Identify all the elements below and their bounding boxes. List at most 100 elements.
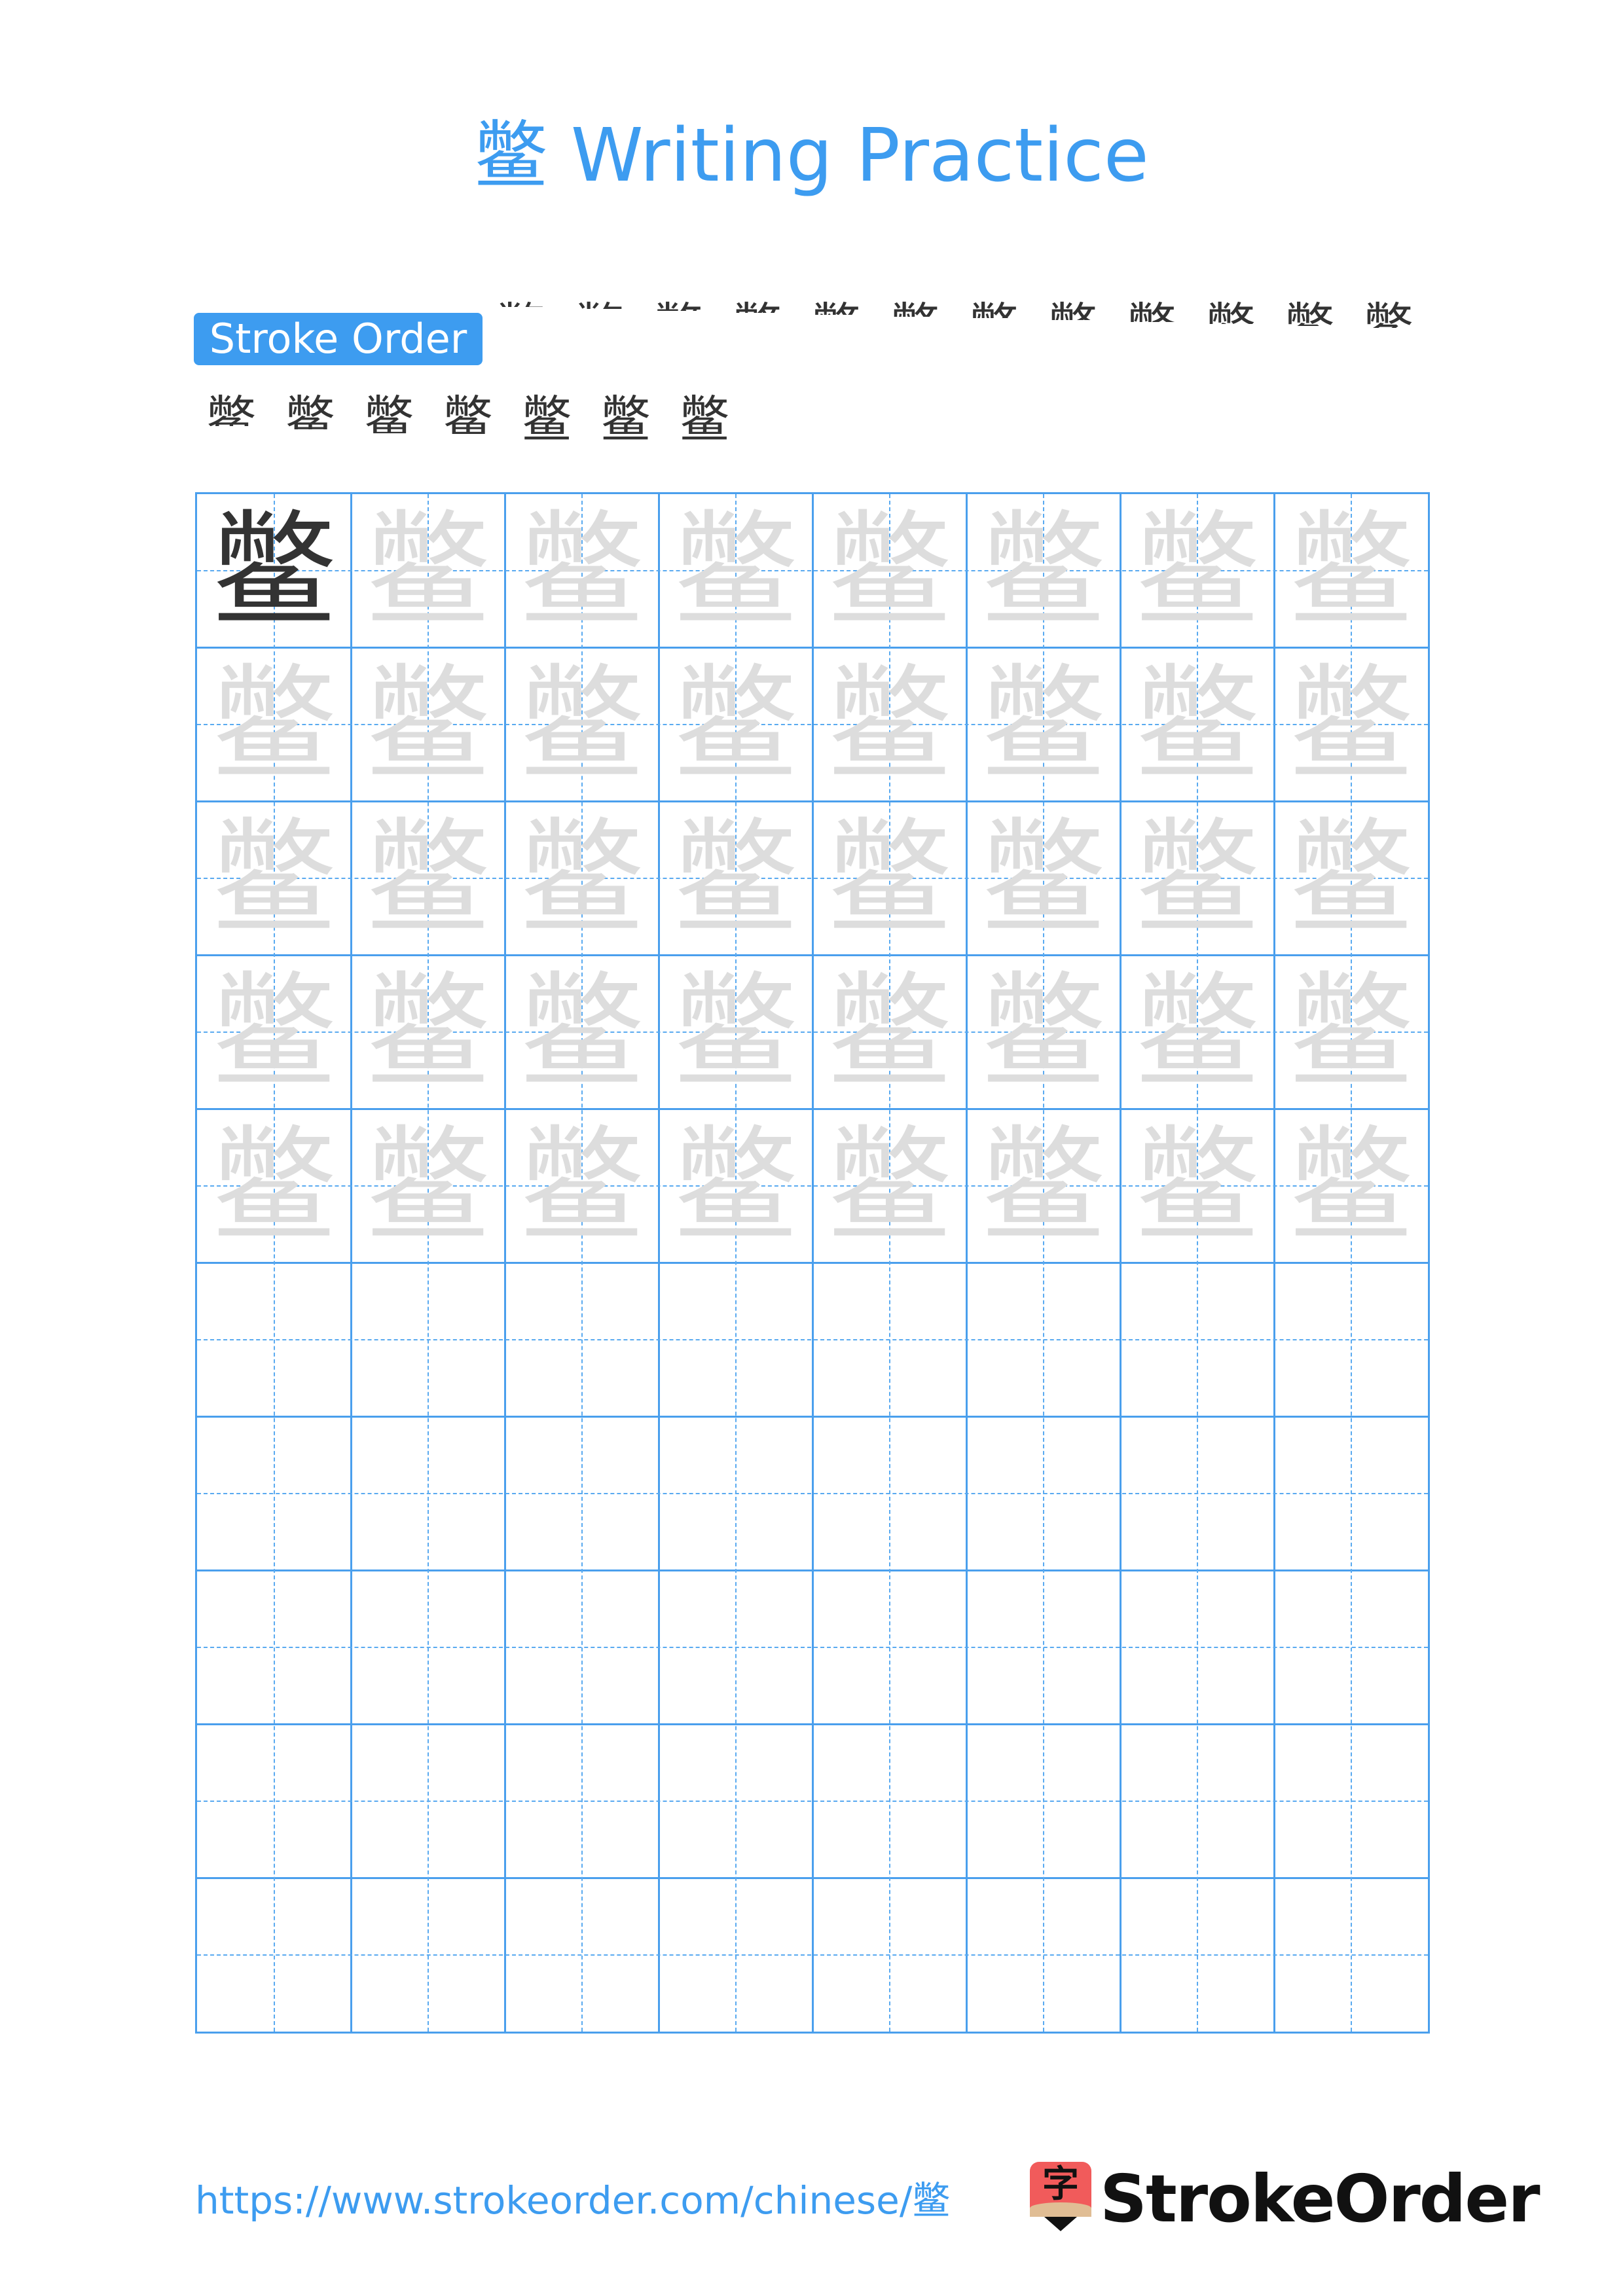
stroke-step-glyph: 鳖: [206, 391, 256, 426]
stroke-step-13: 鳖: [203, 391, 259, 448]
stroke-step-glyph: 鳖: [285, 391, 335, 429]
trace-character: 鳖: [519, 805, 644, 950]
trace-character: 鳖: [981, 651, 1106, 797]
empty-practice-cell: [966, 1878, 1120, 2032]
model-character: 鳖: [211, 498, 337, 643]
empty-practice-cell: [505, 1570, 659, 1724]
empty-practice-cell: [1120, 1416, 1274, 1570]
stroke-step-reveal: 鳖: [572, 298, 628, 309]
empty-practice-cell: [659, 1878, 812, 2032]
empty-practice-cell: [659, 1570, 812, 1724]
trace-character: 鳖: [519, 498, 644, 643]
stroke-step-reveal: 鳖: [282, 391, 338, 429]
stroke-step-reveal: 鳖: [676, 391, 733, 448]
trace-character: 鳖: [519, 959, 644, 1104]
stroke-step-glyph: 鳖: [600, 391, 651, 444]
stroke-step-12: 鳖: [1360, 298, 1417, 355]
stroke-step-glyph: 鳖: [1363, 298, 1413, 328]
trace-character: 鳖: [519, 1113, 644, 1258]
stroke-step-glyph: 鳖: [443, 391, 493, 437]
trace-character: 鳖: [519, 651, 644, 797]
empty-practice-cell: [1274, 1416, 1428, 1570]
stroke-step-glyph: 鳖: [1203, 298, 1259, 324]
empty-practice-cell: [351, 1570, 505, 1724]
logo-pencil-tip: [1044, 2217, 1077, 2231]
stroke-step-glyph: 鳖: [1281, 298, 1338, 326]
empty-practice-cell: [812, 1878, 966, 2032]
stroke-step-glyph: 鳖: [572, 298, 628, 309]
stroke-step-glyph: 鳖: [650, 298, 706, 311]
empty-practice-cell: [505, 1263, 659, 1417]
trace-character: 鳖: [827, 1113, 952, 1258]
trace-character: 鳖: [365, 959, 490, 1104]
empty-practice-cell: [351, 1878, 505, 2032]
stroke-step-reveal: 鳖: [203, 391, 259, 426]
empty-practice-cell: [351, 1263, 505, 1417]
trace-character: 鳖: [1135, 1113, 1260, 1258]
trace-character: 鳖: [1288, 805, 1413, 950]
stroke-step-glyph: 鳖: [1045, 298, 1101, 320]
trace-character: 鳖: [211, 1113, 337, 1258]
empty-practice-cell: [1274, 1724, 1428, 1878]
stroke-step-11: 鳖: [1281, 298, 1338, 355]
stroke-step-reveal: 鳖: [650, 298, 706, 311]
stroke-step-reveal: 鳖: [808, 298, 864, 315]
stroke-step-8: 鳖: [1045, 298, 1101, 355]
stroke-step-reveal: 鳖: [1123, 298, 1180, 322]
empty-practice-cell: [1120, 1263, 1274, 1417]
stroke-step-4: 鳖: [729, 298, 786, 355]
stroke-step-1: 鳖: [492, 298, 549, 355]
stroke-step-reveal: 鳖: [492, 298, 549, 307]
trace-character: 鳖: [365, 1113, 490, 1258]
trace-character: 鳖: [1135, 651, 1260, 797]
stroke-step-reveal: 鳖: [598, 391, 654, 444]
empty-practice-cell: [1274, 1570, 1428, 1724]
trace-character: 鳖: [827, 805, 952, 950]
page-title: 鳖 Writing Practice: [474, 113, 1149, 198]
trace-character: 鳖: [981, 959, 1106, 1104]
stroke-step-reveal: 鳖: [1045, 298, 1101, 320]
empty-practice-cell: [505, 1878, 659, 2032]
stroke-step-16: 鳖: [440, 391, 496, 448]
footer-url-link[interactable]: https://www.strokeorder.com/chinese/鳖: [195, 2174, 950, 2227]
empty-practice-cell: [505, 1416, 659, 1570]
trace-character: 鳖: [827, 498, 952, 643]
stroke-step-reveal: 鳖: [440, 391, 496, 437]
empty-practice-cell: [1274, 1263, 1428, 1417]
empty-practice-cell: [1120, 1878, 1274, 2032]
stroke-step-7: 鳖: [966, 298, 1022, 355]
trace-character: 鳖: [673, 1113, 798, 1258]
stroke-step-reveal: 鳖: [1281, 298, 1338, 326]
stroke-step-5: 鳖: [808, 298, 864, 355]
stroke-step-3: 鳖: [650, 298, 706, 355]
stroke-step-2: 鳖: [572, 298, 628, 355]
stroke-step-glyph: 鳖: [1123, 298, 1180, 322]
trace-character: 鳖: [981, 805, 1106, 950]
trace-character: 鳖: [1135, 959, 1260, 1104]
empty-practice-cell: [812, 1263, 966, 1417]
empty-practice-cell: [966, 1416, 1120, 1570]
empty-practice-cell: [197, 1570, 351, 1724]
empty-practice-cell: [197, 1724, 351, 1878]
empty-practice-cell: [351, 1724, 505, 1878]
empty-practice-cell: [659, 1416, 812, 1570]
empty-practice-cell: [812, 1416, 966, 1570]
logo-glyph: 字: [1042, 2163, 1079, 2206]
stroke-step-17: 鳖: [519, 391, 575, 448]
trace-character: 鳖: [211, 959, 337, 1104]
stroke-step-glyph: 鳖: [966, 298, 1022, 318]
trace-character: 鳖: [365, 651, 490, 797]
empty-practice-cell: [966, 1724, 1120, 1878]
stroke-step-reveal: 鳖: [1203, 298, 1259, 324]
stroke-step-glyph: 鳖: [808, 298, 864, 315]
stroke-step-reveal: 鳖: [729, 298, 786, 313]
stroke-step-14: 鳖: [282, 391, 338, 448]
stroke-step-glyph: 鳖: [364, 391, 414, 433]
trace-character: 鳖: [211, 651, 337, 797]
stroke-step-reveal: 鳖: [361, 391, 417, 433]
empty-practice-cell: [659, 1724, 812, 1878]
stroke-step-reveal: 鳖: [966, 298, 1022, 318]
trace-character: 鳖: [673, 651, 798, 797]
stroke-step-15: 鳖: [361, 391, 417, 448]
empty-practice-cell: [505, 1724, 659, 1878]
